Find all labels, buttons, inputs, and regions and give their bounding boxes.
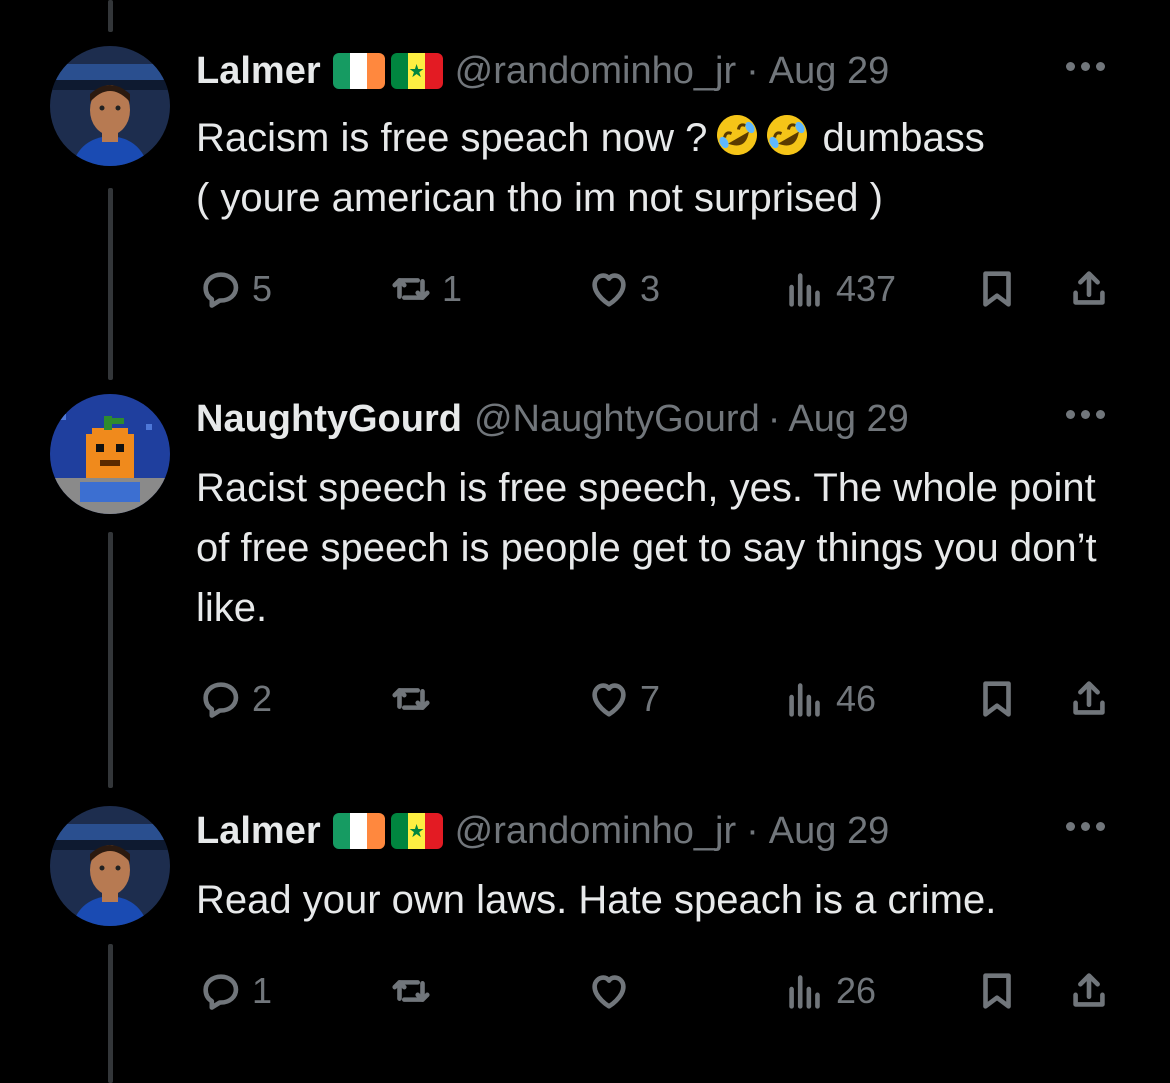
user-handle[interactable]: @NaughtyGourd (474, 398, 760, 441)
bookmark-icon (983, 271, 1011, 307)
rolling-on-floor-laughing-emoji (717, 115, 758, 155)
tweet-header: NaughtyGourd @NaughtyGourd · Aug 29 (196, 394, 909, 444)
tweet-header: Lalmer ★ @randominho_jr · Aug 29 (196, 46, 889, 96)
ireland-flag-icon (332, 813, 385, 849)
tweet[interactable]: Lalmer ★ @randominho_jr · Aug 29 Racism … (0, 46, 1170, 346)
tweet-text-segment: dumbass (822, 116, 985, 160)
display-name[interactable]: NaughtyGourd (196, 398, 462, 441)
reply-button[interactable]: 5 (198, 266, 272, 312)
tweet-date[interactable]: Aug 29 (788, 398, 908, 441)
tweet-text: Racist speech is free speech, yes. The w… (196, 466, 1097, 630)
more-dots-icon[interactable] (1066, 62, 1105, 71)
avatar[interactable] (50, 806, 170, 926)
tweet[interactable]: NaughtyGourd @NaughtyGourd · Aug 29 Raci… (0, 394, 1170, 734)
share-button[interactable] (1066, 676, 1112, 722)
more-dots-icon[interactable] (1066, 822, 1105, 831)
repost-arrows-icon (392, 688, 430, 710)
avatar-image (50, 394, 170, 514)
repost-button[interactable]: 1 (388, 266, 462, 312)
tweet-date[interactable]: Aug 29 (769, 50, 889, 93)
separator-dot: · (767, 397, 781, 440)
bar-chart-icon (789, 975, 820, 1009)
action-bar: 2 7 46 (0, 676, 1170, 736)
share-upload-icon (1073, 271, 1105, 305)
flag-group: ★ (332, 813, 443, 849)
separator-dot: · (746, 49, 759, 92)
user-handle[interactable]: @randominho_jr (455, 810, 737, 853)
repost-button[interactable] (388, 676, 442, 722)
speech-bubble-icon (203, 682, 239, 718)
tweet-text: Read your own laws. Hate speach is a cri… (196, 878, 997, 922)
tweet-text-line: Racism is free speach now ? dumbass (196, 108, 1136, 168)
repost-count: 1 (442, 268, 463, 309)
bar-chart-icon (789, 683, 820, 717)
flag-group: ★ (332, 53, 443, 89)
more-dots-icon[interactable] (1066, 410, 1105, 419)
action-bar: 5 1 3 437 (0, 266, 1170, 326)
like-count: 3 (640, 268, 661, 309)
speech-bubble-icon (203, 272, 239, 308)
views-button[interactable]: 46 (782, 676, 876, 722)
ireland-flag-icon (332, 53, 385, 89)
tweet[interactable]: Lalmer ★ @randominho_jr · Aug 29 Read yo… (0, 806, 1170, 1066)
reply-count: 1 (252, 970, 273, 1011)
action-bar: 1 26 (0, 968, 1170, 1028)
speech-bubble-icon (203, 974, 239, 1010)
tweet-header: Lalmer ★ @randominho_jr · Aug 29 (196, 806, 889, 856)
senegal-flag-icon: ★ (390, 53, 443, 89)
bookmark-icon (983, 681, 1011, 717)
avatar-image (50, 806, 170, 926)
rolling-on-floor-laughing-emoji (767, 115, 808, 155)
bookmark-button[interactable] (974, 968, 1020, 1014)
share-button[interactable] (1066, 266, 1112, 312)
reply-button[interactable]: 1 (198, 968, 272, 1014)
display-name[interactable]: Lalmer (196, 810, 321, 853)
bookmark-icon (983, 973, 1011, 1009)
reply-count: 2 (252, 678, 273, 719)
separator-dot: · (746, 809, 759, 852)
repost-button[interactable] (388, 968, 442, 1014)
heart-icon (592, 273, 626, 307)
tweet-text: Racism is free speach now ? dumbass ( yo… (196, 108, 1136, 228)
user-handle[interactable]: @randominho_jr (455, 50, 737, 93)
share-upload-icon (1073, 973, 1105, 1007)
display-name[interactable]: Lalmer (196, 50, 321, 93)
tweet-text-segment: Racism is free speach now ? (196, 116, 708, 160)
tweet-date[interactable]: Aug 29 (769, 810, 889, 853)
like-button[interactable] (586, 968, 640, 1014)
bar-chart-icon (789, 273, 820, 307)
repost-arrows-icon (392, 980, 430, 1002)
view-count: 437 (836, 268, 897, 309)
bookmark-button[interactable] (974, 676, 1020, 722)
avatar[interactable] (50, 46, 170, 166)
repost-arrows-icon (392, 278, 430, 300)
share-upload-icon (1073, 681, 1105, 715)
like-button[interactable]: 3 (586, 266, 660, 312)
view-count: 46 (836, 678, 877, 719)
bookmark-button[interactable] (974, 266, 1020, 312)
avatar-image (50, 46, 170, 166)
like-button[interactable]: 7 (586, 676, 660, 722)
like-count: 7 (640, 678, 661, 719)
share-button[interactable] (1066, 968, 1112, 1014)
avatar[interactable] (50, 394, 170, 514)
heart-icon (592, 683, 626, 717)
views-button[interactable]: 437 (782, 266, 896, 312)
view-count: 26 (836, 970, 877, 1011)
reply-count: 5 (252, 268, 273, 309)
senegal-flag-icon: ★ (390, 813, 443, 849)
reply-button[interactable]: 2 (198, 676, 272, 722)
views-button[interactable]: 26 (782, 968, 876, 1014)
tweet-text-line: ( youre american tho im not surprised ) (196, 176, 883, 220)
thread-line (108, 0, 113, 32)
heart-icon (592, 975, 626, 1009)
